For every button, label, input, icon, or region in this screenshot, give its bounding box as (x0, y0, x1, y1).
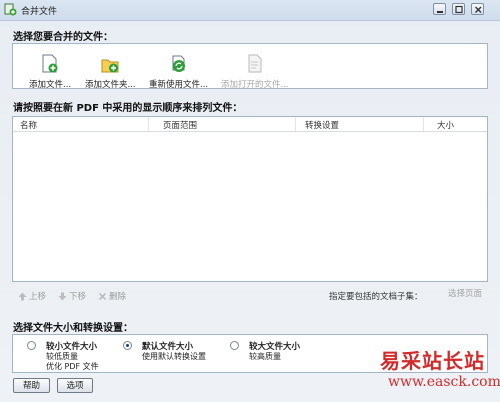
add-open-files-label: 添加打开的文件... (221, 80, 289, 90)
option-smaller-size[interactable]: 较小文件大小 较低质量 优化 PDF 文件 (27, 340, 122, 372)
file-list-header: 名称 页面范围 转换设置 大小 (13, 117, 487, 132)
add-open-files-icon (248, 54, 262, 73)
title-bar: 合并文件 (0, 0, 500, 21)
option-detail: 优化 PDF 文件 (46, 362, 99, 371)
options-button[interactable]: 选项 (57, 378, 93, 393)
remove-button[interactable]: 删除 (98, 290, 126, 302)
add-files-button[interactable]: 添加文件... (29, 54, 71, 90)
column-divider (423, 117, 424, 131)
arrange-files-heading: 请按照要在新 PDF 中采用的显示顺序来排列文件： (13, 103, 243, 114)
watermark-url: www.easck.com (388, 374, 500, 390)
reuse-files-icon (172, 55, 185, 72)
delete-icon (98, 292, 107, 301)
option-detail: 使用默认转换设置 (142, 352, 206, 361)
move-up-label: 上移 (29, 292, 47, 302)
pick-pages-button[interactable]: 选择页面 (444, 287, 486, 302)
reuse-files-label: 重新使用文件... (149, 80, 209, 90)
size-settings-heading: 选择文件大小和转换设置： (13, 323, 133, 334)
reuse-files-button[interactable]: 重新使用文件... (149, 54, 208, 90)
window-title: 合并文件 (21, 7, 58, 17)
watermark-title: 易采站长站 (380, 349, 485, 373)
column-divider (148, 117, 149, 131)
option-detail: 较高质量 (249, 352, 281, 361)
app-icon (4, 3, 17, 16)
maximize-button[interactable] (452, 3, 465, 15)
file-list-controls: 上移 下移 删除 指定要包括的文档子集： 选择页面 (12, 284, 488, 308)
minimize-button[interactable] (433, 3, 446, 15)
arrow-up-icon (18, 292, 27, 301)
move-up-button[interactable]: 上移 (18, 290, 46, 302)
merge-files-window: 合并文件 选择您要合并的文件： 添加文件... 添加文件夹... 重新使用文件.… (0, 0, 500, 402)
add-files-toolbar: 添加文件... 添加文件夹... 重新使用文件... 添加打开的文件... (12, 43, 488, 90)
column-size[interactable]: 大小 (437, 119, 454, 131)
radio-larger-size[interactable] (230, 341, 239, 350)
move-down-button[interactable]: 下移 (58, 290, 86, 302)
add-files-label: 添加文件... (29, 80, 72, 90)
add-folder-label: 添加文件夹... (85, 80, 136, 90)
add-folder-button[interactable]: 添加文件夹... (85, 54, 136, 90)
add-file-icon (42, 54, 58, 73)
add-folder-icon (101, 59, 119, 73)
add-open-files-button[interactable]: 添加打开的文件... (221, 54, 289, 90)
column-name[interactable]: 名称 (20, 119, 37, 131)
arrow-down-icon (58, 292, 67, 301)
choose-files-heading: 选择您要合并的文件： (13, 32, 113, 43)
option-larger-size[interactable]: 较大文件大小 较高质量 (230, 340, 325, 372)
minimize-icon (437, 11, 443, 13)
column-page-range[interactable]: 页面范围 (163, 119, 197, 131)
site-watermark: 易采站长站 www.easck.com (380, 345, 500, 397)
subset-label: 指定要包括的文档子集： (329, 292, 423, 302)
file-list[interactable]: 名称 页面范围 转换设置 大小 (12, 116, 488, 282)
column-conversion-settings[interactable]: 转换设置 (305, 119, 339, 131)
radio-smaller-size[interactable] (27, 341, 36, 350)
remove-label: 删除 (109, 292, 127, 302)
radio-default-size[interactable] (123, 341, 132, 350)
maximize-icon (455, 5, 463, 14)
column-divider (295, 117, 296, 131)
close-button[interactable] (471, 3, 484, 15)
help-button[interactable]: 帮助 (13, 378, 50, 393)
close-icon (475, 6, 482, 13)
move-down-label: 下移 (69, 292, 87, 302)
option-default-size[interactable]: 默认文件大小 使用默认转换设置 (123, 340, 228, 372)
